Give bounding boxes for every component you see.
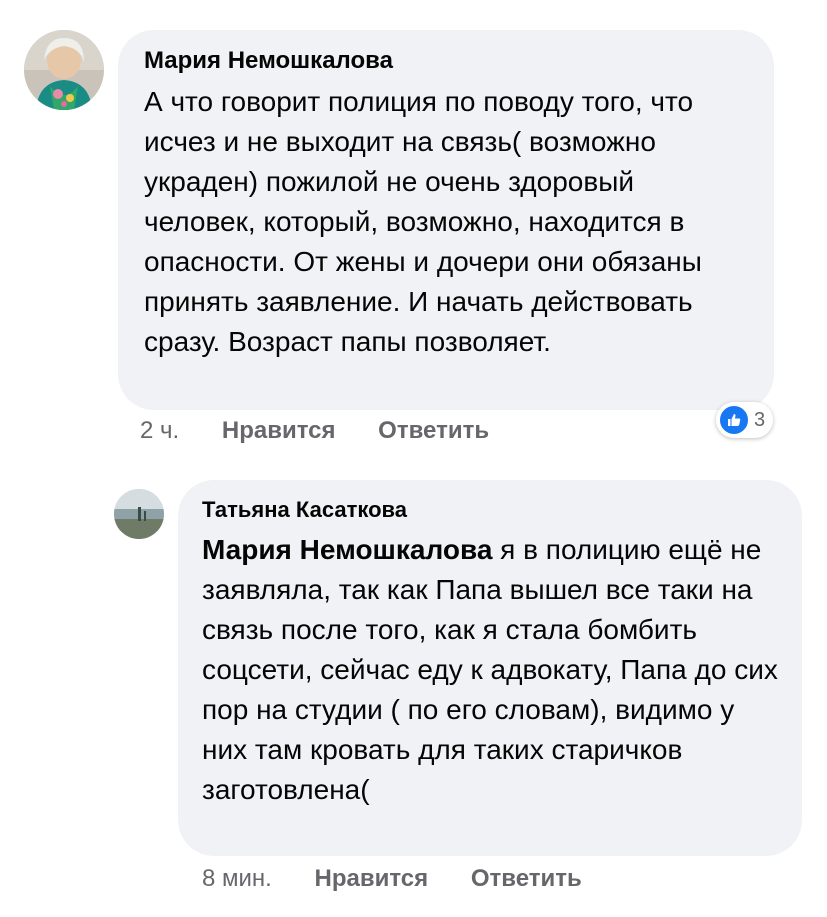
comment-author[interactable]: Мария Немошкалова: [144, 44, 750, 78]
like-button[interactable]: Нравится: [222, 417, 336, 444]
reaction-count: 3: [754, 408, 766, 431]
comment-time[interactable]: 8 мин.: [202, 865, 272, 892]
comment-meta: 8 мин. Нравится Ответить: [202, 865, 618, 893]
comment-author[interactable]: Татьяна Касаткова: [202, 494, 780, 526]
avatar[interactable]: [114, 489, 164, 539]
comment-text: А что говорит полиция по поводу того, чт…: [144, 86, 702, 357]
mention-link[interactable]: Мария Немошкалова: [202, 534, 492, 565]
comment-meta: 2 ч. Нравится Ответить: [140, 417, 525, 445]
user-photo-icon: [114, 489, 164, 539]
reply-button[interactable]: Ответить: [378, 417, 489, 444]
reactions-badge[interactable]: 3: [716, 402, 774, 438]
comment-time[interactable]: 2 ч.: [140, 417, 179, 444]
user-photo-icon: [24, 30, 104, 110]
like-button[interactable]: Нравится: [315, 865, 429, 892]
like-icon: [718, 404, 750, 436]
avatar[interactable]: [24, 30, 104, 110]
reply-button[interactable]: Ответить: [471, 865, 582, 892]
comment-text: Мария Немошкалова я в полицию ещё не зая…: [202, 530, 780, 810]
comment-body: я в полицию ещё не заявляла, так как Пап…: [202, 534, 778, 805]
comment-bubble: Татьяна Касаткова Мария Немошкалова я в …: [178, 480, 802, 856]
comment-bubble: Мария Немошкалова А что говорит полиция …: [118, 30, 774, 410]
